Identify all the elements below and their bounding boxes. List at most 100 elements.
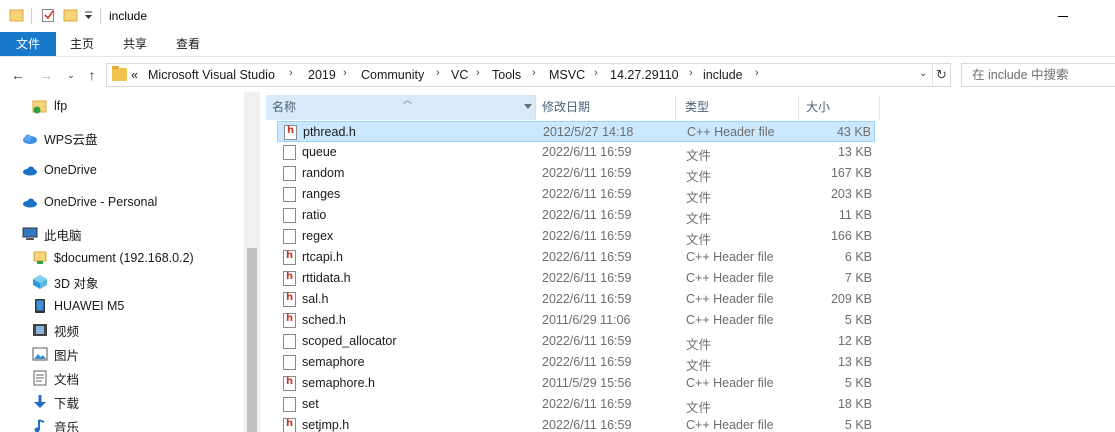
table-row[interactable]: semaphore.h 2011/5/29 15:56 C++ Header fil… <box>277 373 875 394</box>
file-date: 2011/5/29 15:56 <box>542 376 632 390</box>
folder-check-icon <box>32 98 48 114</box>
header-file-icon <box>283 313 296 328</box>
breadcrumb-item[interactable]: VC <box>451 68 468 82</box>
new-folder-icon[interactable] <box>63 7 79 23</box>
table-row[interactable]: semaphore 2022/6/11 16:59 文件 13 KB <box>277 352 875 373</box>
column-header-name[interactable]: ︿ 名称 <box>266 95 536 120</box>
sidebar-scrollbar[interactable] <box>244 92 260 432</box>
search-box[interactable] <box>961 63 1115 87</box>
tab-view[interactable]: 查看 <box>168 32 208 56</box>
file-type: 文件 <box>686 170 712 184</box>
sidebar-item-label: lfp <box>54 99 68 113</box>
file-size: 18 KB <box>837 397 872 411</box>
breadcrumb-item[interactable]: 14.27.29110 <box>610 68 679 82</box>
table-row[interactable]: ratio 2022/6/11 16:59 文件 11 KB <box>277 205 875 226</box>
sidebar-item-lfp[interactable]: lfp <box>32 95 67 117</box>
table-row[interactable]: setjmp.h 2022/6/11 16:59 C++ Header file 5 … <box>277 415 875 432</box>
recent-locations-icon[interactable]: ⌄ <box>63 67 79 83</box>
chevron-right-icon[interactable]: › <box>476 67 480 79</box>
sidebar-item-label: $document (192.168.0.2) <box>54 251 194 265</box>
address-bar[interactable]: « Microsoft Visual Studio › 2019 › Commu… <box>106 63 951 87</box>
back-icon[interactable]: ← <box>10 67 26 83</box>
file-name: sched.h <box>302 313 346 327</box>
chevron-right-icon[interactable]: › <box>436 67 440 79</box>
sidebar-item-this-pc[interactable]: 此电脑 <box>22 223 82 245</box>
sidebar-item-3d-objects[interactable]: 3D 对象 <box>32 271 98 293</box>
file-date: 2022/6/11 16:59 <box>542 292 632 306</box>
tab-file[interactable]: 文件 <box>0 32 56 56</box>
up-icon[interactable]: ↑ <box>84 67 100 83</box>
file-size: 5 KB <box>844 376 872 390</box>
chevron-down-icon[interactable]: ⌄ <box>919 68 933 79</box>
chevron-right-icon[interactable]: › <box>289 67 293 79</box>
sidebar-item-network-drive[interactable]: $document (192.168.0.2) <box>32 247 194 269</box>
sidebar-item-label: 文档 <box>54 372 80 387</box>
sidebar-item-label: 音乐 <box>54 420 80 432</box>
chevron-right-icon[interactable]: › <box>755 67 759 79</box>
file-name: pthread.h <box>303 125 356 139</box>
chevron-right-icon[interactable]: › <box>343 67 347 79</box>
customize-quick-access-icon[interactable] <box>83 7 99 23</box>
sidebar-item-wps-cloud[interactable]: WPS云盘 <box>22 127 97 149</box>
column-header-type[interactable]: 类型 <box>679 95 799 120</box>
file-date: 2022/6/11 16:59 <box>542 145 632 159</box>
table-row[interactable]: pthread.h 2012/5/27 14:18 C++ Header file 4… <box>277 121 875 142</box>
breadcrumb-item[interactable]: Microsoft Visual Studio <box>148 68 275 82</box>
file-type: C++ Header file <box>686 250 774 264</box>
column-header-size[interactable]: 大小 <box>800 95 880 120</box>
table-row[interactable]: queue 2022/6/11 16:59 文件 13 KB <box>277 142 875 163</box>
file-size: 203 KB <box>830 187 872 201</box>
sidebar-item-onedrive-personal[interactable]: OneDrive - Personal <box>22 191 157 213</box>
sidebar-item-huawei-m5[interactable]: HUAWEI M5 <box>32 295 124 317</box>
sidebar-item-label: 3D 对象 <box>54 276 99 291</box>
breadcrumb-item[interactable]: MSVC <box>549 68 585 82</box>
header-file-icon <box>283 271 296 286</box>
sort-ascending-icon: ︿ <box>403 95 413 105</box>
sidebar-item-downloads[interactable]: 下载 <box>32 391 79 413</box>
file-size: 167 KB <box>830 166 872 180</box>
table-row[interactable]: random 2022/6/11 16:59 文件 167 KB <box>277 163 875 184</box>
file-size: 5 KB <box>844 418 872 432</box>
chevron-down-icon[interactable] <box>524 104 532 109</box>
refresh-icon[interactable]: ↻ <box>936 67 947 83</box>
sidebar-item-documents[interactable]: 文档 <box>32 367 79 389</box>
this-pc-icon <box>22 226 38 242</box>
sidebar-item-music[interactable]: 音乐 <box>32 415 79 432</box>
breadcrumb-item[interactable]: Community <box>361 68 424 82</box>
folder-icon <box>9 7 25 23</box>
chevron-right-icon[interactable]: › <box>594 67 598 79</box>
file-size: 43 KB <box>836 125 871 139</box>
file-date: 2022/6/11 16:59 <box>542 271 632 285</box>
file-date: 2022/6/11 16:59 <box>542 187 632 201</box>
table-row[interactable]: regex 2022/6/11 16:59 文件 166 KB <box>277 226 875 247</box>
tab-home[interactable]: 主页 <box>62 32 102 56</box>
table-row[interactable]: rtcapi.h 2022/6/11 16:59 C++ Header file 6 … <box>277 247 875 268</box>
tab-share[interactable]: 共享 <box>115 32 155 56</box>
breadcrumb-item[interactable]: Tools <box>492 68 521 82</box>
file-icon <box>283 145 296 160</box>
table-row[interactable]: sched.h 2011/6/29 11:06 C++ Header file 5 K… <box>277 310 875 331</box>
chevron-right-icon[interactable]: › <box>532 67 536 79</box>
file-date: 2022/6/11 16:59 <box>542 166 632 180</box>
table-row[interactable]: set 2022/6/11 16:59 文件 18 KB <box>277 394 875 415</box>
chevron-right-icon[interactable]: › <box>689 67 693 79</box>
navigation-pane: lfp WPS云盘 OneDrive OneDrive - Personal 此… <box>0 92 260 432</box>
search-input[interactable] <box>962 64 1115 86</box>
table-row[interactable]: ranges 2022/6/11 16:59 文件 203 KB <box>277 184 875 205</box>
breadcrumb-item[interactable]: include <box>703 68 743 82</box>
sidebar-item-videos[interactable]: 视频 <box>32 319 79 341</box>
minimize-icon[interactable] <box>1058 16 1068 17</box>
file-date: 2022/6/11 16:59 <box>542 208 632 222</box>
column-header-date[interactable]: 修改日期 <box>536 95 676 120</box>
table-row[interactable]: scoped_allocator 2022/6/11 16:59 文件 12 KB <box>277 331 875 352</box>
sidebar-item-onedrive[interactable]: OneDrive <box>22 159 97 181</box>
scrollbar-thumb[interactable] <box>247 248 257 432</box>
file-name: ranges <box>302 187 341 201</box>
forward-icon[interactable]: → <box>38 67 54 83</box>
properties-icon[interactable] <box>41 7 57 23</box>
table-row[interactable]: rttidata.h 2022/6/11 16:59 C++ Header file… <box>277 268 875 289</box>
breadcrumb-overflow[interactable]: « <box>131 68 138 82</box>
table-row[interactable]: sal.h 2022/6/11 16:59 C++ Header file 209 K… <box>277 289 875 310</box>
sidebar-item-pictures[interactable]: 图片 <box>32 343 79 365</box>
breadcrumb-item[interactable]: 2019 <box>308 68 336 82</box>
